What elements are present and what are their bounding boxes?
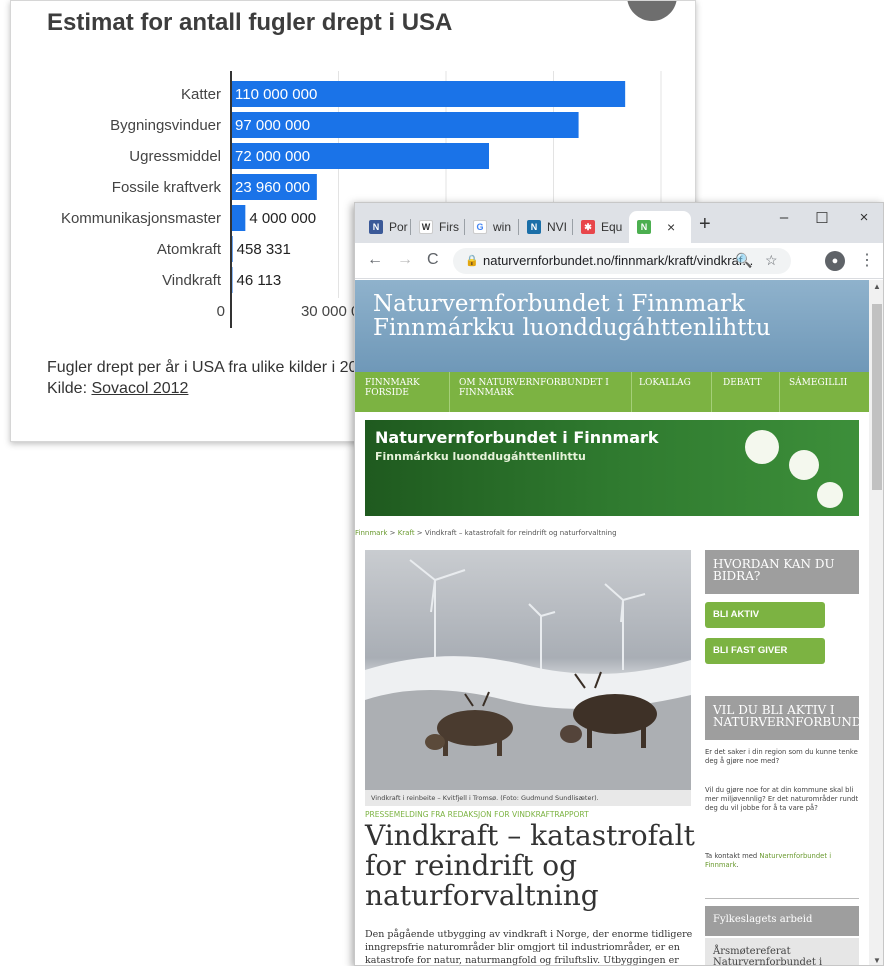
- tab-equinor[interactable]: ✱ Equ: [573, 211, 625, 243]
- value-label: 458 331: [237, 241, 291, 258]
- wikipedia-icon: W: [419, 220, 433, 234]
- value-label: 23 960 000: [235, 179, 310, 196]
- tab-strip: N Por W Firs G win N NVI ✱ Equ N × + – ☐…: [355, 203, 883, 243]
- tab-label: Equ: [601, 220, 623, 234]
- tab-wikipedia[interactable]: W Firs: [411, 211, 463, 243]
- scroll-up-icon[interactable]: ▲: [873, 282, 881, 291]
- address-toolbar: ← → C 🔒 naturvernforbundet.no/finnmark/k…: [355, 243, 883, 279]
- tab-label: NVI: [547, 220, 568, 234]
- site-header: Naturvernforbundet i Finnmark Finnmárkku…: [355, 280, 869, 372]
- value-label: 4 000 000: [249, 210, 316, 227]
- url-text[interactable]: naturvernforbundet.no/finnmark/kraft/vin…: [483, 253, 753, 268]
- reindeer-wind-turbine-image: [365, 559, 691, 790]
- nav-item-finnmark-forside[interactable]: FINNMARK FORSIDE: [365, 378, 443, 398]
- close-circle-button[interactable]: [627, 1, 677, 21]
- bli-aktiv-button[interactable]: BLI AKTIV: [705, 602, 825, 628]
- breadcrumb-finnmark[interactable]: Finnmark: [355, 529, 387, 537]
- sidebar-text-2: Vil du gjøre noe for at din kommune skal…: [705, 786, 859, 812]
- lock-icon[interactable]: 🔒: [465, 254, 479, 267]
- sidebar-heading-bidra: HVORDAN KAN DU BIDRA?: [705, 550, 859, 594]
- category-label: Atomkraft: [157, 241, 222, 258]
- site-banner: Naturvernforbundet i Finnmark Finnmárkku…: [365, 420, 859, 516]
- address-bar[interactable]: 🔒 naturvernforbundet.no/finnmark/kraft/v…: [453, 248, 791, 274]
- bli-fast-giver-button[interactable]: BLI FAST GIVER: [705, 638, 825, 664]
- tab-label: Firs: [439, 220, 459, 234]
- nve-icon: N: [527, 220, 541, 234]
- banner-subtitle: Finnmárkku luonddugáhttenlihttu: [375, 450, 586, 463]
- zoom-icon[interactable]: 🔍: [735, 252, 752, 269]
- google-icon: G: [473, 220, 487, 234]
- tab-label: win: [493, 220, 512, 234]
- value-label: 46 113: [237, 272, 282, 289]
- press-label: PRESSEMELDING FRA REDAKSJON FOR VINDKRAF…: [365, 810, 589, 819]
- bookmark-star-icon[interactable]: ☆: [765, 252, 778, 269]
- tab-nve[interactable]: N NVI: [519, 211, 571, 243]
- article-title: Vindkraft – katastrofalt for reindrift o…: [365, 819, 695, 912]
- close-tab-icon[interactable]: ×: [667, 219, 675, 235]
- source-link[interactable]: Sovacol 2012: [91, 380, 188, 397]
- article-body: Den pågående utbygging av vindkraft i No…: [365, 929, 693, 966]
- nrk-icon: N: [369, 220, 383, 234]
- profile-avatar-icon[interactable]: ●: [825, 251, 845, 271]
- tab-google[interactable]: G win: [465, 211, 517, 243]
- breadcrumb-current: Vindkraft – katastrofalt for reindrift o…: [424, 529, 617, 537]
- category-label: Ugressmiddel: [129, 148, 221, 165]
- category-label: Katter: [181, 86, 221, 103]
- equinor-icon: ✱: [581, 220, 595, 234]
- breadcrumb: Finnmark > Kraft > Vindkraft – katastrof…: [355, 529, 617, 537]
- nav-item-debatt[interactable]: DEBATT: [723, 378, 762, 388]
- chart-source: Kilde: Sovacol 2012: [47, 380, 188, 398]
- maximize-button[interactable]: ☐: [807, 209, 837, 227]
- article-photo: [365, 550, 691, 790]
- value-label: 72 000 000: [235, 148, 310, 165]
- back-arrow-icon[interactable]: ←: [367, 251, 383, 269]
- tab-label: Por: [389, 220, 408, 234]
- close-window-button[interactable]: ×: [849, 209, 879, 226]
- photo-caption: Vindkraft i reinbeite – Kvitfjell i Trom…: [365, 790, 691, 806]
- chart-caption: Fugler drept per år i USA fra ulike kild…: [47, 359, 358, 376]
- sidebar-heading-aktiv: VIL DU BLI AKTIV I NATURVERNFORBUNDET?: [705, 696, 859, 740]
- scroll-down-icon[interactable]: ▼: [873, 956, 881, 965]
- site-navbar: FINNMARK FORSIDE OM NATURVERNFORBUNDET I…: [355, 372, 869, 412]
- flower-graphic: [817, 482, 843, 508]
- category-label: Fossile kraftverk: [112, 179, 222, 196]
- scroll-thumb[interactable]: [872, 304, 882, 490]
- category-label: Kommunikasjonsmaster: [61, 210, 221, 227]
- banner-title: Naturvernforbundet i Finnmark: [375, 428, 659, 447]
- reload-icon[interactable]: C: [427, 251, 439, 269]
- site-title-line2: Finnmárkku luonddugáhttenlihttu: [373, 315, 771, 341]
- category-label: Bygningsvinduer: [110, 117, 221, 134]
- value-label: 97 000 000: [235, 117, 310, 134]
- menu-kebab-icon[interactable]: ⋮: [859, 250, 875, 270]
- browser-window: N Por W Firs G win N NVI ✱ Equ N × + – ☐…: [354, 202, 884, 966]
- flower-graphic: [789, 450, 819, 480]
- nav-item-samegillii[interactable]: SÁMEGILLII: [789, 378, 847, 388]
- bar: [231, 205, 246, 231]
- category-label: Vindkraft: [162, 272, 222, 289]
- minimize-button[interactable]: –: [769, 209, 799, 226]
- tab-nrk[interactable]: N Por: [361, 211, 409, 243]
- flower-graphic: [745, 430, 779, 464]
- breadcrumb-kraft[interactable]: Kraft: [398, 529, 415, 537]
- web-page: Naturvernforbundet i Finnmark Finnmárkku…: [355, 280, 869, 966]
- site-title[interactable]: Naturvernforbundet i Finnmark Finnmárkku…: [373, 292, 771, 340]
- source-prefix: Kilde:: [47, 380, 92, 397]
- new-tab-button[interactable]: +: [699, 213, 711, 236]
- value-label: 110 000 000: [235, 86, 317, 103]
- forward-arrow-icon[interactable]: →: [397, 251, 413, 269]
- sidebar-text-3: Ta kontakt med Naturvernforbundet i Finn…: [705, 852, 832, 869]
- fylkeslagets-arbeid-box[interactable]: Fylkeslagets arbeid: [705, 906, 859, 936]
- x-tick-label: 0: [217, 303, 225, 320]
- page-scrollbar[interactable]: ▲ ▼: [869, 280, 883, 965]
- chart-title: Estimat for antall fugler drept i USA: [47, 9, 453, 36]
- site-title-line1: Naturvernforbundet i Finnmark: [373, 291, 745, 317]
- nav-item-lokallag[interactable]: LOKALLAG: [639, 378, 691, 388]
- naturvern-icon: N: [637, 220, 651, 234]
- tab-naturvern-active[interactable]: N ×: [629, 211, 691, 243]
- arsmotereferat-box[interactable]: Årsmøtereferat Naturvernforbundet i: [705, 938, 859, 965]
- nav-item-om[interactable]: OM NATURVERNFORBUNDET I FINNMARK: [459, 378, 619, 398]
- sidebar-text-1: Er det saker i din region som du kunne t…: [705, 748, 858, 765]
